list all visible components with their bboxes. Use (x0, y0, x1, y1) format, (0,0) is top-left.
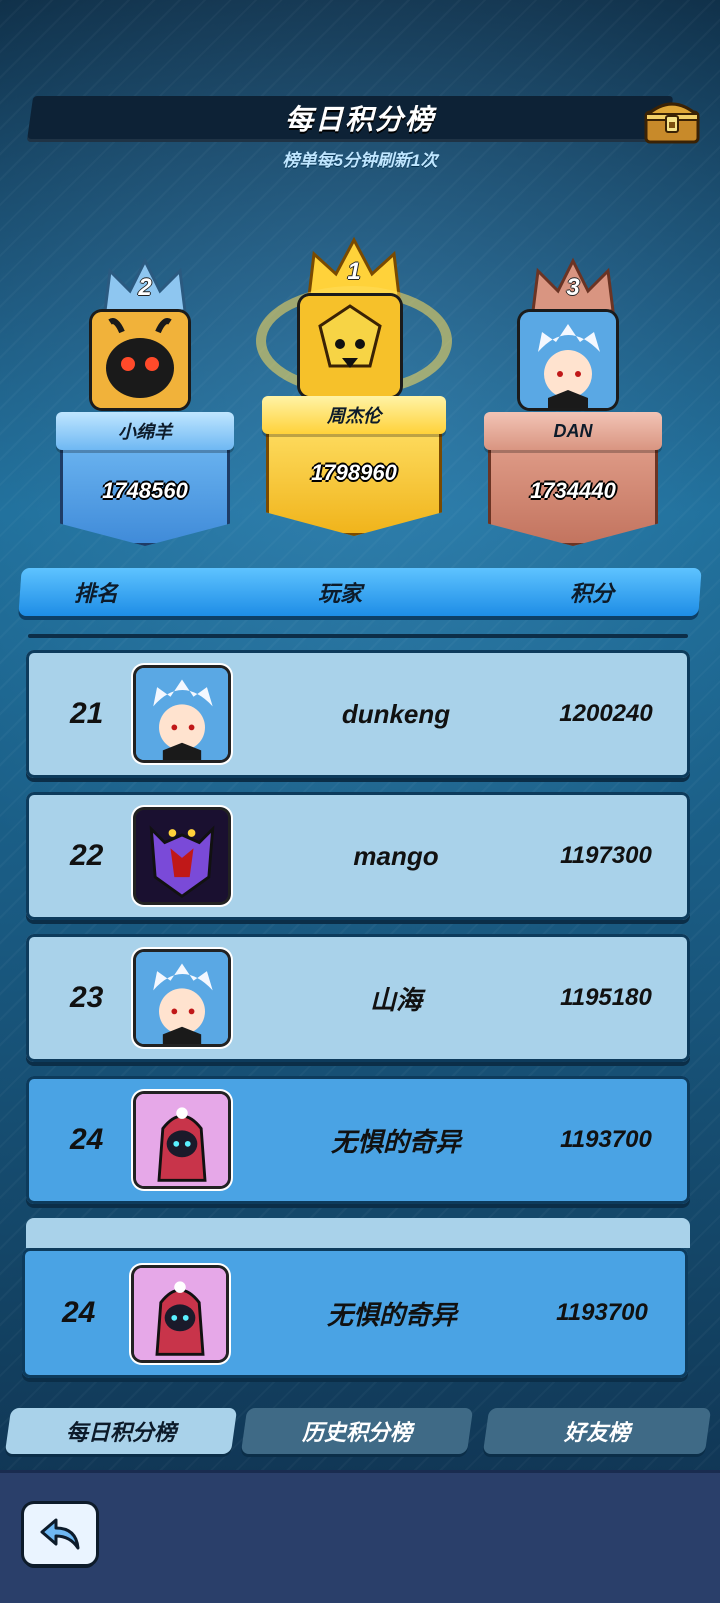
podium-score: 1734440 (530, 478, 616, 503)
header-score: 积分 (570, 581, 615, 606)
row-score: 1197300 (560, 842, 652, 869)
podium-name: 小绵羊 (56, 412, 234, 450)
avatar (136, 810, 228, 902)
header-player: 玩家 (318, 581, 363, 606)
page-title: 每日积分榜 (284, 104, 435, 135)
table-row[interactable]: 21 dunkeng 1200240 (26, 650, 690, 778)
row-rank: 21 (70, 697, 104, 730)
podium-rank-number: 3 (566, 274, 580, 301)
avatar (520, 312, 616, 408)
table-row[interactable]: 24 无惧的奇异 1193700 (26, 1076, 690, 1204)
row-player-name: 无惧的奇异 (326, 1299, 457, 1330)
avatar (136, 1094, 228, 1186)
treasure-chest-icon[interactable] (642, 92, 702, 146)
podium-second[interactable]: 2 小绵羊 1748560 (56, 256, 234, 546)
tab-daily[interactable]: 每日积分榜 (4, 1408, 238, 1454)
avatar (136, 952, 228, 1044)
podium-name: DAN (484, 412, 662, 450)
tab-label: 好友榜 (563, 1420, 630, 1445)
table-row[interactable]: 23 山海 1195180 (26, 934, 690, 1062)
podium-score: 1798960 (311, 460, 397, 485)
avatar (134, 1268, 226, 1360)
tab-label: 每日积分榜 (65, 1420, 176, 1445)
row-rank: 24 (70, 1123, 104, 1156)
refresh-note: 榜单每5分钟刷新1次 (282, 151, 438, 170)
divider (28, 634, 688, 638)
back-button[interactable] (24, 1504, 96, 1564)
row-score: 1200240 (559, 700, 653, 727)
podium-first[interactable]: 1 周杰伦 1798960 (262, 236, 446, 536)
podium-third[interactable]: 3 DAN 1734440 (484, 256, 662, 546)
row-score: 1195180 (560, 984, 652, 1011)
row-player-name: 无惧的奇异 (330, 1126, 461, 1157)
row-rank: 24 (62, 1296, 96, 1329)
avatar (136, 668, 228, 760)
tab-history[interactable]: 历史积分榜 (240, 1408, 474, 1454)
row-score: 1193700 (560, 1126, 652, 1153)
row-rank: 22 (70, 839, 104, 872)
row-player-name: 山海 (369, 984, 422, 1015)
avatar (300, 296, 400, 396)
my-rank-row[interactable]: 24 无惧的奇异 1193700 (22, 1248, 688, 1378)
row-rank: 23 (70, 981, 104, 1014)
podium-rank-number: 1 (347, 258, 361, 285)
podium-score: 1748560 (102, 478, 188, 503)
row-player-name: mango (353, 840, 439, 871)
podium-rank-number: 2 (138, 274, 152, 301)
tab-friends[interactable]: 好友榜 (482, 1408, 712, 1454)
header-rank: 排名 (74, 581, 119, 606)
tab-label: 历史积分榜 (301, 1420, 412, 1445)
row-score: 1193700 (556, 1299, 648, 1326)
podium-name: 周杰伦 (262, 396, 446, 434)
back-arrow-icon (40, 1518, 80, 1550)
row-player-name: dunkeng (341, 698, 451, 729)
avatar (92, 312, 188, 408)
table-row-partial (26, 1218, 690, 1248)
bronze-crown-icon: 3 (528, 256, 618, 316)
bottom-panel (0, 1470, 720, 1603)
table-row[interactable]: 22 mango 1197300 (26, 792, 690, 920)
silver-crown-icon: 2 (100, 256, 190, 316)
